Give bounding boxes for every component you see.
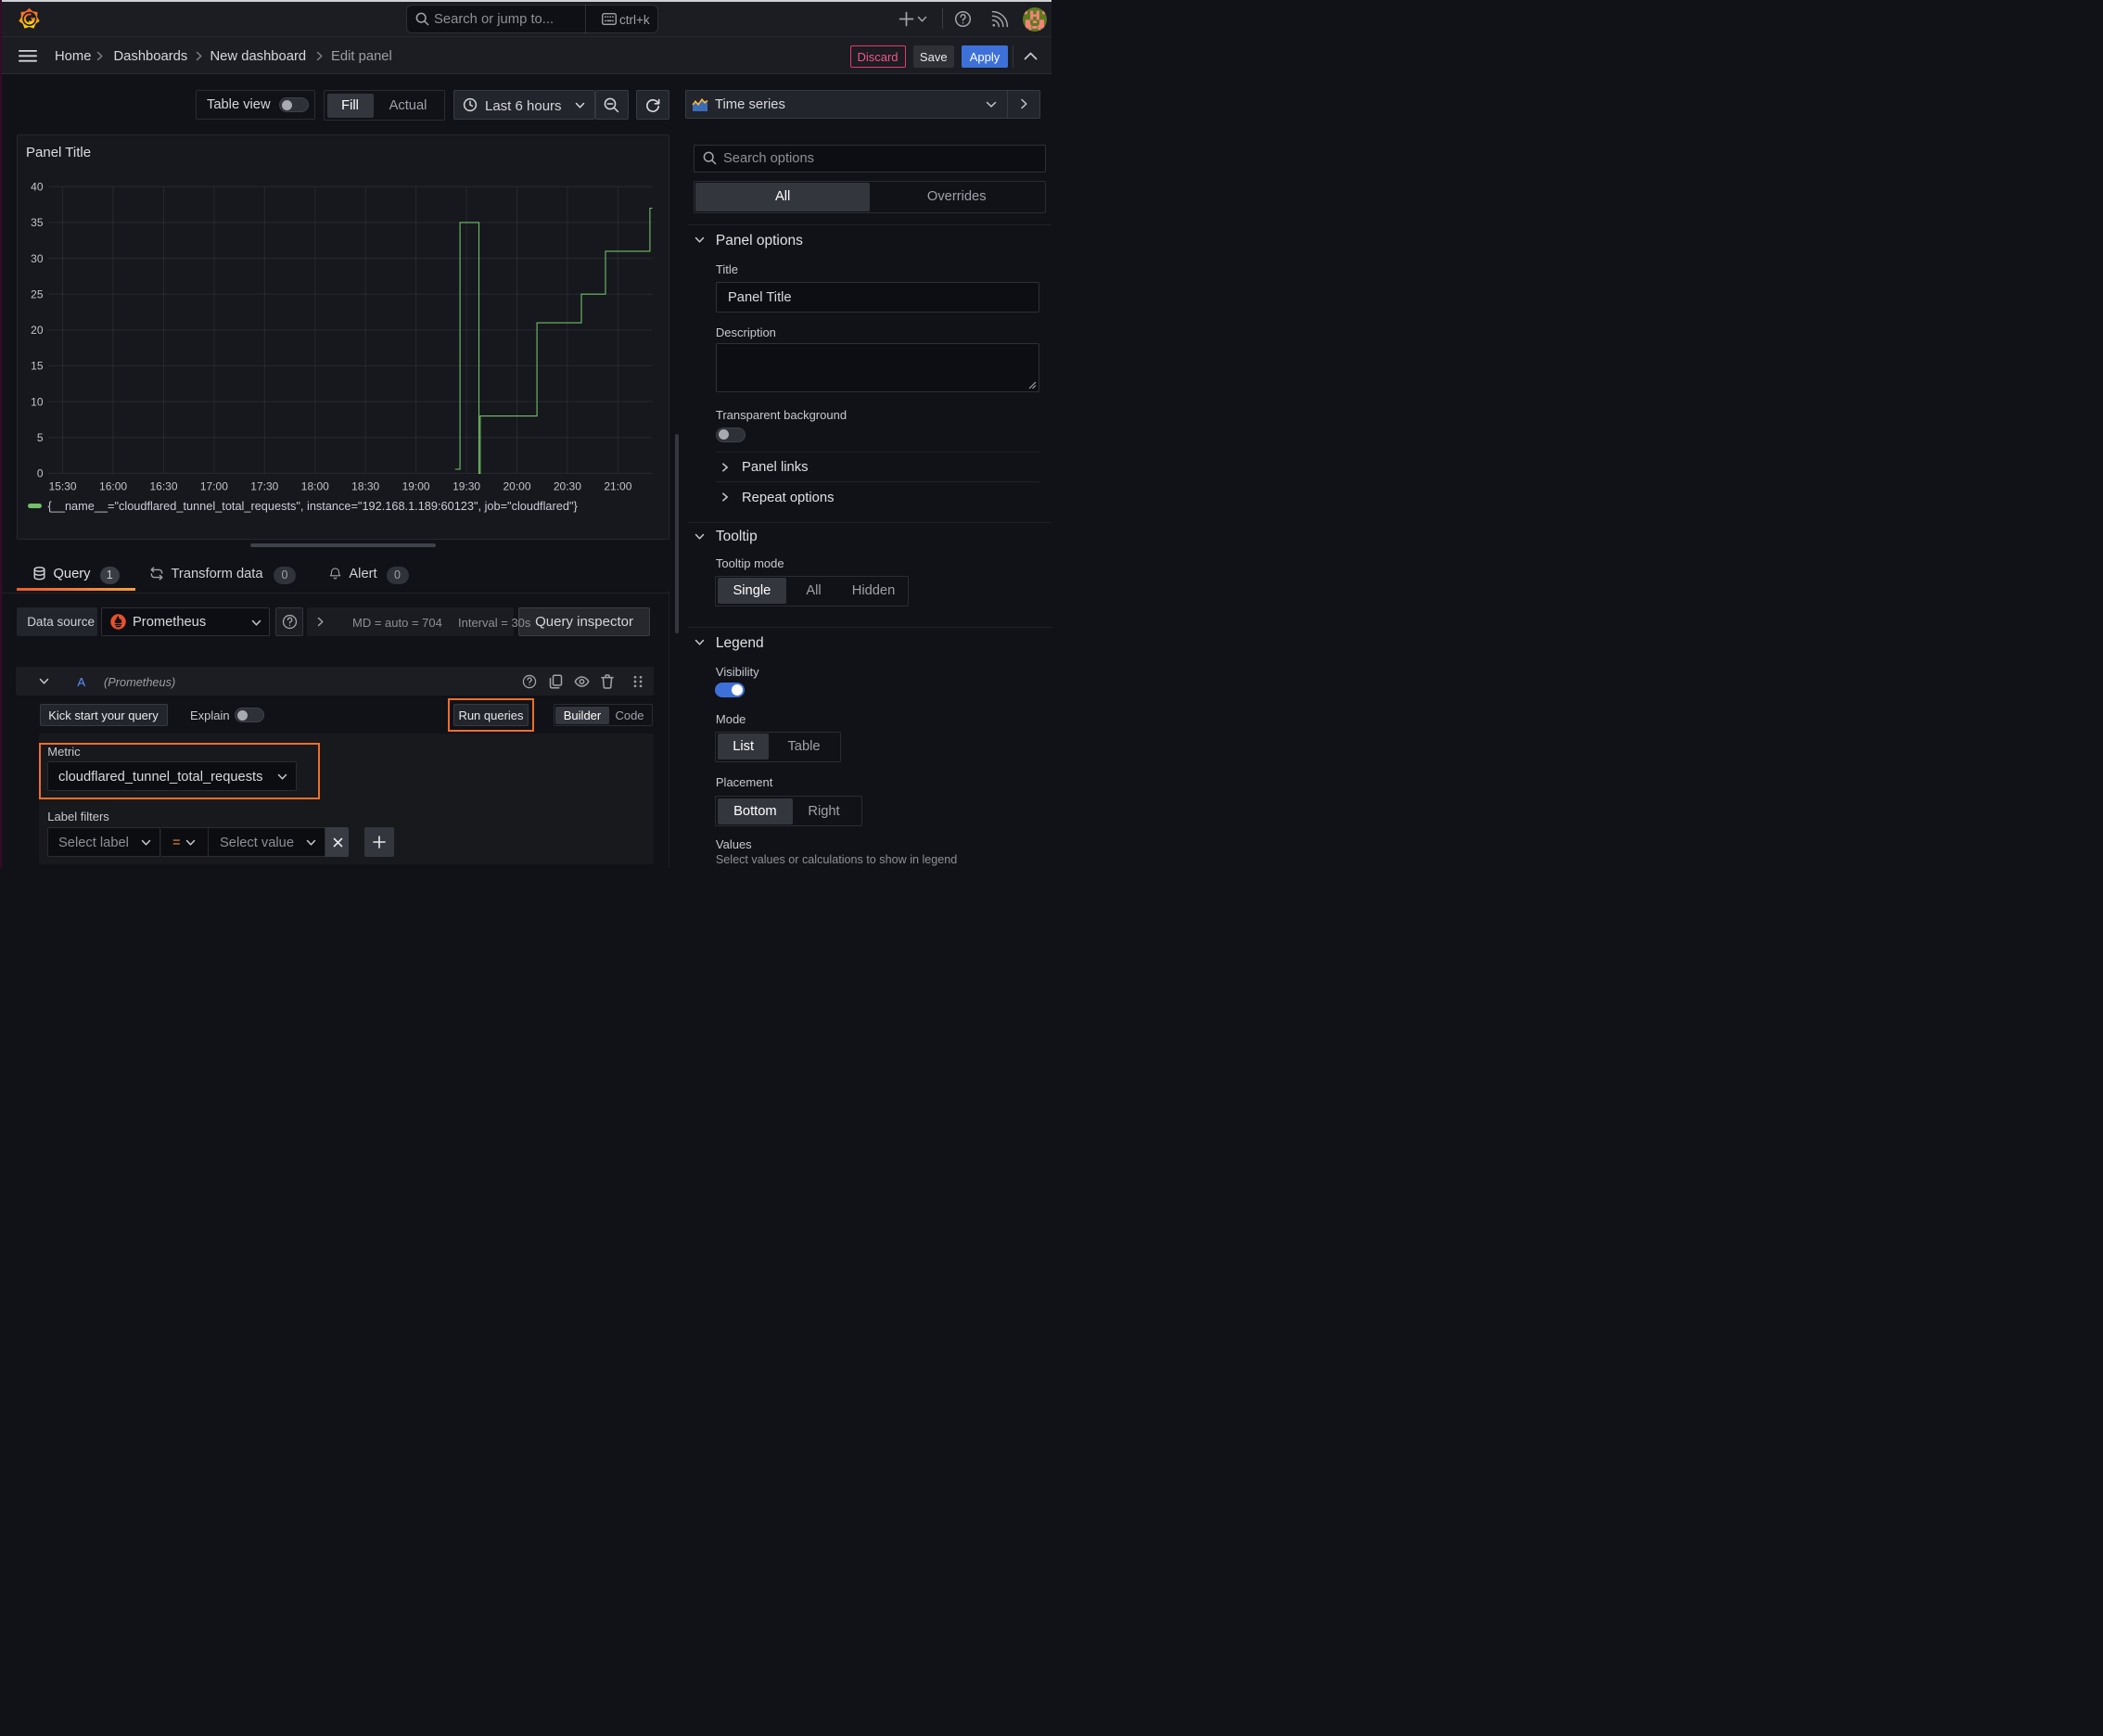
svg-text:16:00: 16:00 <box>99 479 127 492</box>
svg-text:18:00: 18:00 <box>301 479 329 492</box>
svg-text:21:00: 21:00 <box>604 479 631 492</box>
svg-text:0: 0 <box>37 466 44 479</box>
svg-text:40: 40 <box>31 180 44 193</box>
svg-text:20:30: 20:30 <box>554 479 581 492</box>
svg-text:20:00: 20:00 <box>503 479 530 492</box>
svg-text:18:30: 18:30 <box>351 479 379 492</box>
svg-text:16:30: 16:30 <box>149 479 177 492</box>
svg-text:10: 10 <box>31 395 44 408</box>
svg-text:15: 15 <box>31 359 44 372</box>
svg-text:15:30: 15:30 <box>49 479 77 492</box>
svg-text:35: 35 <box>31 216 44 229</box>
svg-text:19:00: 19:00 <box>402 479 430 492</box>
svg-text:20: 20 <box>31 324 44 337</box>
svg-text:19:30: 19:30 <box>452 479 480 492</box>
svg-text:17:00: 17:00 <box>200 479 228 492</box>
svg-text:5: 5 <box>37 431 44 444</box>
svg-text:30: 30 <box>31 251 44 264</box>
svg-text:17:30: 17:30 <box>250 479 278 492</box>
svg-text:25: 25 <box>31 287 44 300</box>
